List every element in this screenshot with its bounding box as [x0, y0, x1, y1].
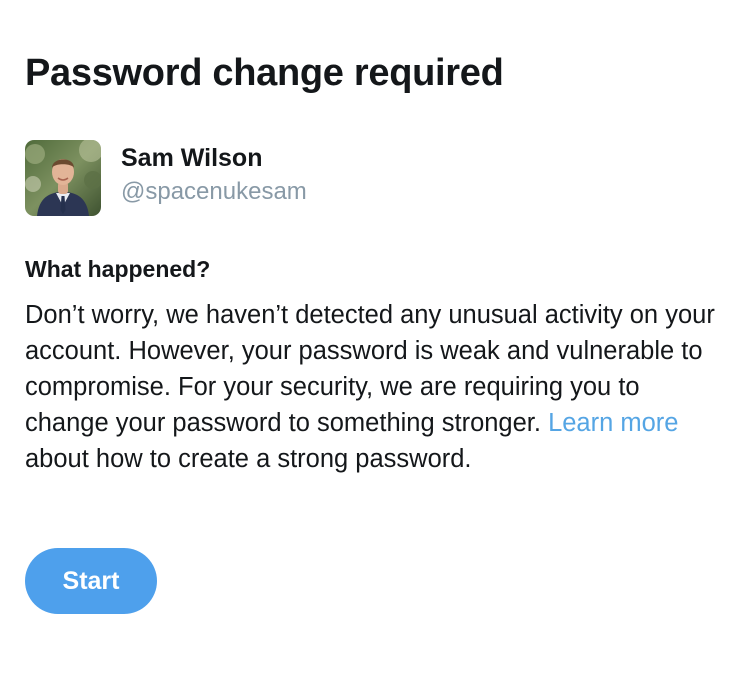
what-happened-heading: What happened?: [25, 256, 211, 282]
notice-body: Don’t worry, we haven’t detected any unu…: [25, 297, 725, 477]
page-title: Password change required: [25, 52, 504, 94]
avatar-photo: [25, 140, 101, 216]
learn-more-link[interactable]: Learn more: [548, 409, 678, 437]
notice-body-text-end: about how to create a strong password.: [25, 445, 472, 473]
account-profile: Sam Wilson @spacenukesam: [25, 140, 307, 216]
account-handle: @spacenukesam: [121, 178, 307, 205]
avatar: [25, 140, 101, 216]
account-names: Sam Wilson @spacenukesam: [121, 144, 307, 207]
start-button[interactable]: Start: [25, 548, 157, 614]
display-name: Sam Wilson: [121, 144, 263, 172]
